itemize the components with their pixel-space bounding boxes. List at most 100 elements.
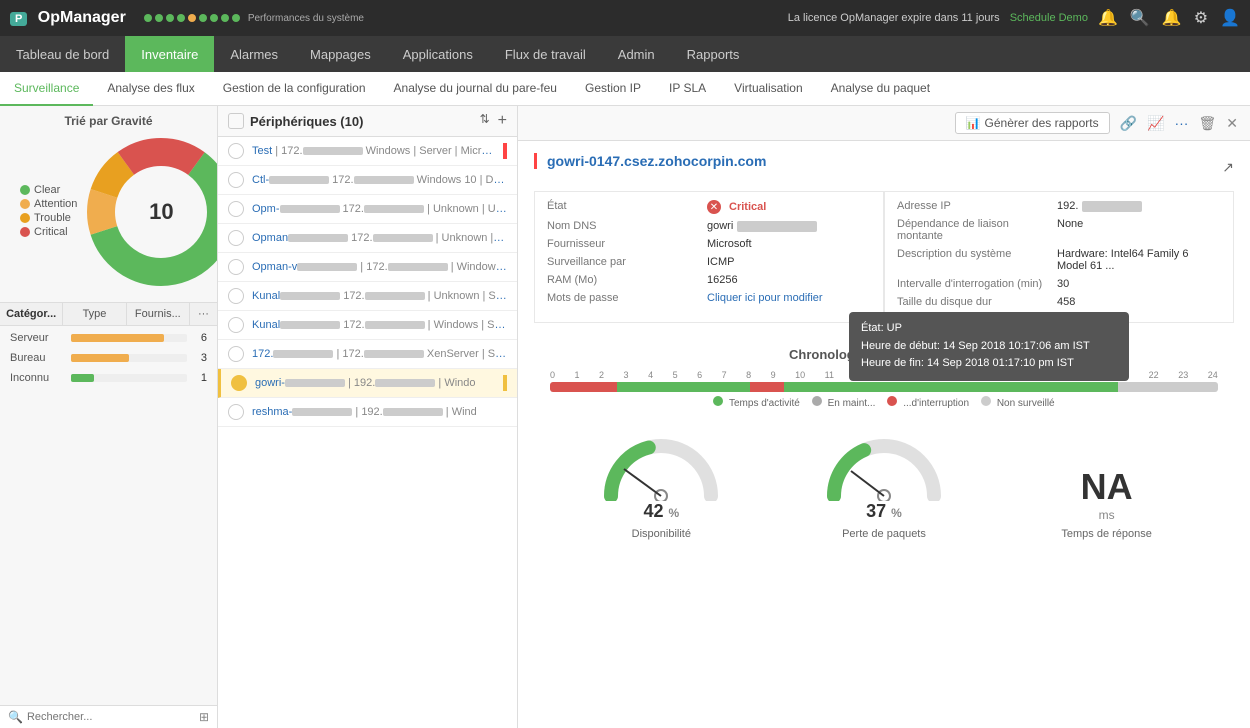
device-name-4: Opman 172. | Unknown | Server | Unk <box>252 232 507 244</box>
device-checkbox-1[interactable] <box>228 143 244 159</box>
device-row-kunal1[interactable]: Kunal 172. | Unknown | Server | Unkno <box>218 282 517 311</box>
cat-bar-serveur <box>71 334 187 342</box>
device-checkbox-3[interactable] <box>228 201 244 217</box>
left-panel: Trié par Gravité Clear Attention Trouble <box>0 106 218 728</box>
sub-nav-flux[interactable]: Analyse des flux <box>93 72 208 106</box>
cat-count-inconnu: 1 <box>193 372 207 384</box>
tab-type[interactable]: Type <box>63 303 126 325</box>
bar-seg-red-1 <box>550 382 617 392</box>
sort-icon[interactable]: ⇅ <box>480 112 490 130</box>
nav-rapports[interactable]: Rapports <box>671 36 756 72</box>
more-icon[interactable]: ··· <box>1174 115 1188 131</box>
cat-label-serveur: Serveur <box>10 332 65 344</box>
device-name-5: Opman-v | 172. | Windows 2012 R2 <box>252 261 507 273</box>
nav-admin[interactable]: Admin <box>602 36 671 72</box>
sub-nav-journal[interactable]: Analyse du journal du pare-feu <box>380 72 571 106</box>
device-row-172[interactable]: 172. | 172. XenServer | Server | Citrix <box>218 340 517 369</box>
info-row-surveillance: Surveillance par ICMP <box>547 256 871 268</box>
report-icon: 📊 <box>966 116 981 130</box>
sub-nav: Surveillance Analyse des flux Gestion de… <box>0 72 1250 106</box>
gauge-label-3: Temps de réponse <box>1061 528 1152 540</box>
device-checkbox-2[interactable] <box>228 172 244 188</box>
search-icon[interactable]: 🔍 <box>1130 8 1150 28</box>
info-row-dependance: Dépendance de liaison montante None <box>897 218 1221 242</box>
device-checkbox-5[interactable] <box>228 259 244 275</box>
search-input[interactable] <box>27 711 199 723</box>
user-icon[interactable]: 👤 <box>1220 8 1240 28</box>
bell-icon[interactable]: 🔔 <box>1098 8 1118 28</box>
device-row-opm[interactable]: Opm- 172. | Unknown | Unknown | U <box>218 195 517 224</box>
generate-report-button[interactable]: 📊 Génèrer des rapports <box>955 112 1110 134</box>
select-all-checkbox[interactable] <box>228 113 244 129</box>
legend-clear: Clear <box>20 184 77 196</box>
info-row-disque: Taille du disque dur 458 <box>897 296 1221 308</box>
right-header-actions: 📊 Génèrer des rapports 🔗 📈 ··· 🗑 ✕ <box>955 112 1238 134</box>
nom-dns-label: Nom DNS <box>547 220 707 232</box>
device-row-kunal2[interactable]: Kunal 172. | Windows | Server | Micro <box>218 311 517 340</box>
mots-passe-value[interactable]: Cliquer ici pour modifier <box>707 292 823 304</box>
legend-uptime-label: Temps d'activité <box>729 398 800 409</box>
settings-icon[interactable]: ⚙ <box>1194 8 1208 28</box>
device-checkbox-7[interactable] <box>228 317 244 333</box>
gauge-unit-2: % <box>891 506 902 520</box>
device-checkbox-8[interactable] <box>228 346 244 362</box>
bar-seg-green-1 <box>617 382 751 392</box>
cat-row-serveur: Serveur 6 <box>10 332 207 344</box>
fournisseur-label: Fournisseur <box>547 238 707 250</box>
device-detail-title: gowri-0147.csez.zohocorpin.com <box>534 153 766 169</box>
external-link-icon[interactable]: ↗ <box>1222 159 1234 176</box>
device-checkbox-9[interactable] <box>231 375 247 391</box>
info-row-intervalle: Intervalle d'interrogation (min) 30 <box>897 278 1221 290</box>
gauge-value-2: 37 % <box>866 501 902 522</box>
nav-tableau-bord[interactable]: Tableau de bord <box>0 36 125 72</box>
filter-icon[interactable]: ⊞ <box>199 710 209 724</box>
nav-applications[interactable]: Applications <box>387 36 489 72</box>
tab-more[interactable]: ··· <box>190 303 217 325</box>
notification-icon[interactable]: 🔔 <box>1162 8 1182 28</box>
device-checkbox-10[interactable] <box>228 404 244 420</box>
sub-nav-surveillance[interactable]: Surveillance <box>0 72 93 106</box>
chart-icon[interactable]: 📈 <box>1147 115 1164 132</box>
device-checkbox-4[interactable] <box>228 230 244 246</box>
device-row-reshma[interactable]: reshma- | 192. | Wind <box>218 398 517 427</box>
sub-nav-paquet[interactable]: Analyse du paquet <box>817 72 944 106</box>
tab-fournisseur[interactable]: Fournis... <box>127 303 190 325</box>
availability-bar <box>550 382 1218 392</box>
legend-label-attention: Attention <box>34 198 77 210</box>
device-row-ctl[interactable]: Ctl- 172. Windows 10 | Desktop | Micro <box>218 166 517 195</box>
donut-chart: 10 <box>81 132 218 292</box>
sub-nav-ip-sla[interactable]: IP SLA <box>655 72 720 106</box>
legend-maintenance-label: En maint... <box>828 398 876 409</box>
nav-alarmes[interactable]: Alarmes <box>214 36 294 72</box>
device-checkbox-6[interactable] <box>228 288 244 304</box>
device-list: Test | 172. Windows | Server | Microsoft… <box>218 137 517 728</box>
nav-mappages[interactable]: Mappages <box>294 36 387 72</box>
sub-nav-virtualisation[interactable]: Virtualisation <box>720 72 816 106</box>
cat-label-inconnu: Inconnu <box>10 372 65 384</box>
gauge-availability: 42 % Disponibilité <box>591 421 731 540</box>
device-row-test[interactable]: Test | 172. Windows | Server | Microsoft… <box>218 137 517 166</box>
header-icons: 🔔 🔍 🔔 ⚙ 👤 <box>1098 8 1240 28</box>
add-device-icon[interactable]: + <box>498 112 507 130</box>
device-row-gowri[interactable]: gowri- | 192. | Windo <box>218 369 517 398</box>
delete-icon[interactable]: 🗑 <box>1198 115 1216 132</box>
info-row-description: Description du système Hardware: Intel64… <box>897 248 1221 272</box>
schedule-demo-button[interactable]: Schedule Demo <box>1010 12 1088 24</box>
nav-flux-travail[interactable]: Flux de travail <box>489 36 602 72</box>
device-name-2: Ctl- 172. Windows 10 | Desktop | Micro <box>252 174 507 186</box>
sub-nav-gestion-ip[interactable]: Gestion IP <box>571 72 655 106</box>
cat-bar-fill-inconnu <box>71 374 94 382</box>
etat-label: État <box>547 200 707 212</box>
sub-nav-config[interactable]: Gestion de la configuration <box>209 72 380 106</box>
tab-categorie[interactable]: Catégor... <box>0 303 63 325</box>
bar-seg-green-2 <box>784 382 1118 392</box>
nav-inventaire[interactable]: Inventaire <box>125 36 214 72</box>
close-icon[interactable]: ✕ <box>1226 115 1238 132</box>
link-icon[interactable]: 🔗 <box>1120 115 1137 132</box>
status-bar-1 <box>503 143 507 159</box>
device-row-opman[interactable]: Opman 172. | Unknown | Server | Unk <box>218 224 517 253</box>
device-row-opmanv[interactable]: Opman-v | 172. | Windows 2012 R2 <box>218 253 517 282</box>
legend-dot-attention <box>20 199 30 209</box>
tooltip-start: Heure de début: 14 Sep 2018 10:17:06 am … <box>861 338 1117 356</box>
legend-maintenance: En maint... <box>812 396 876 409</box>
